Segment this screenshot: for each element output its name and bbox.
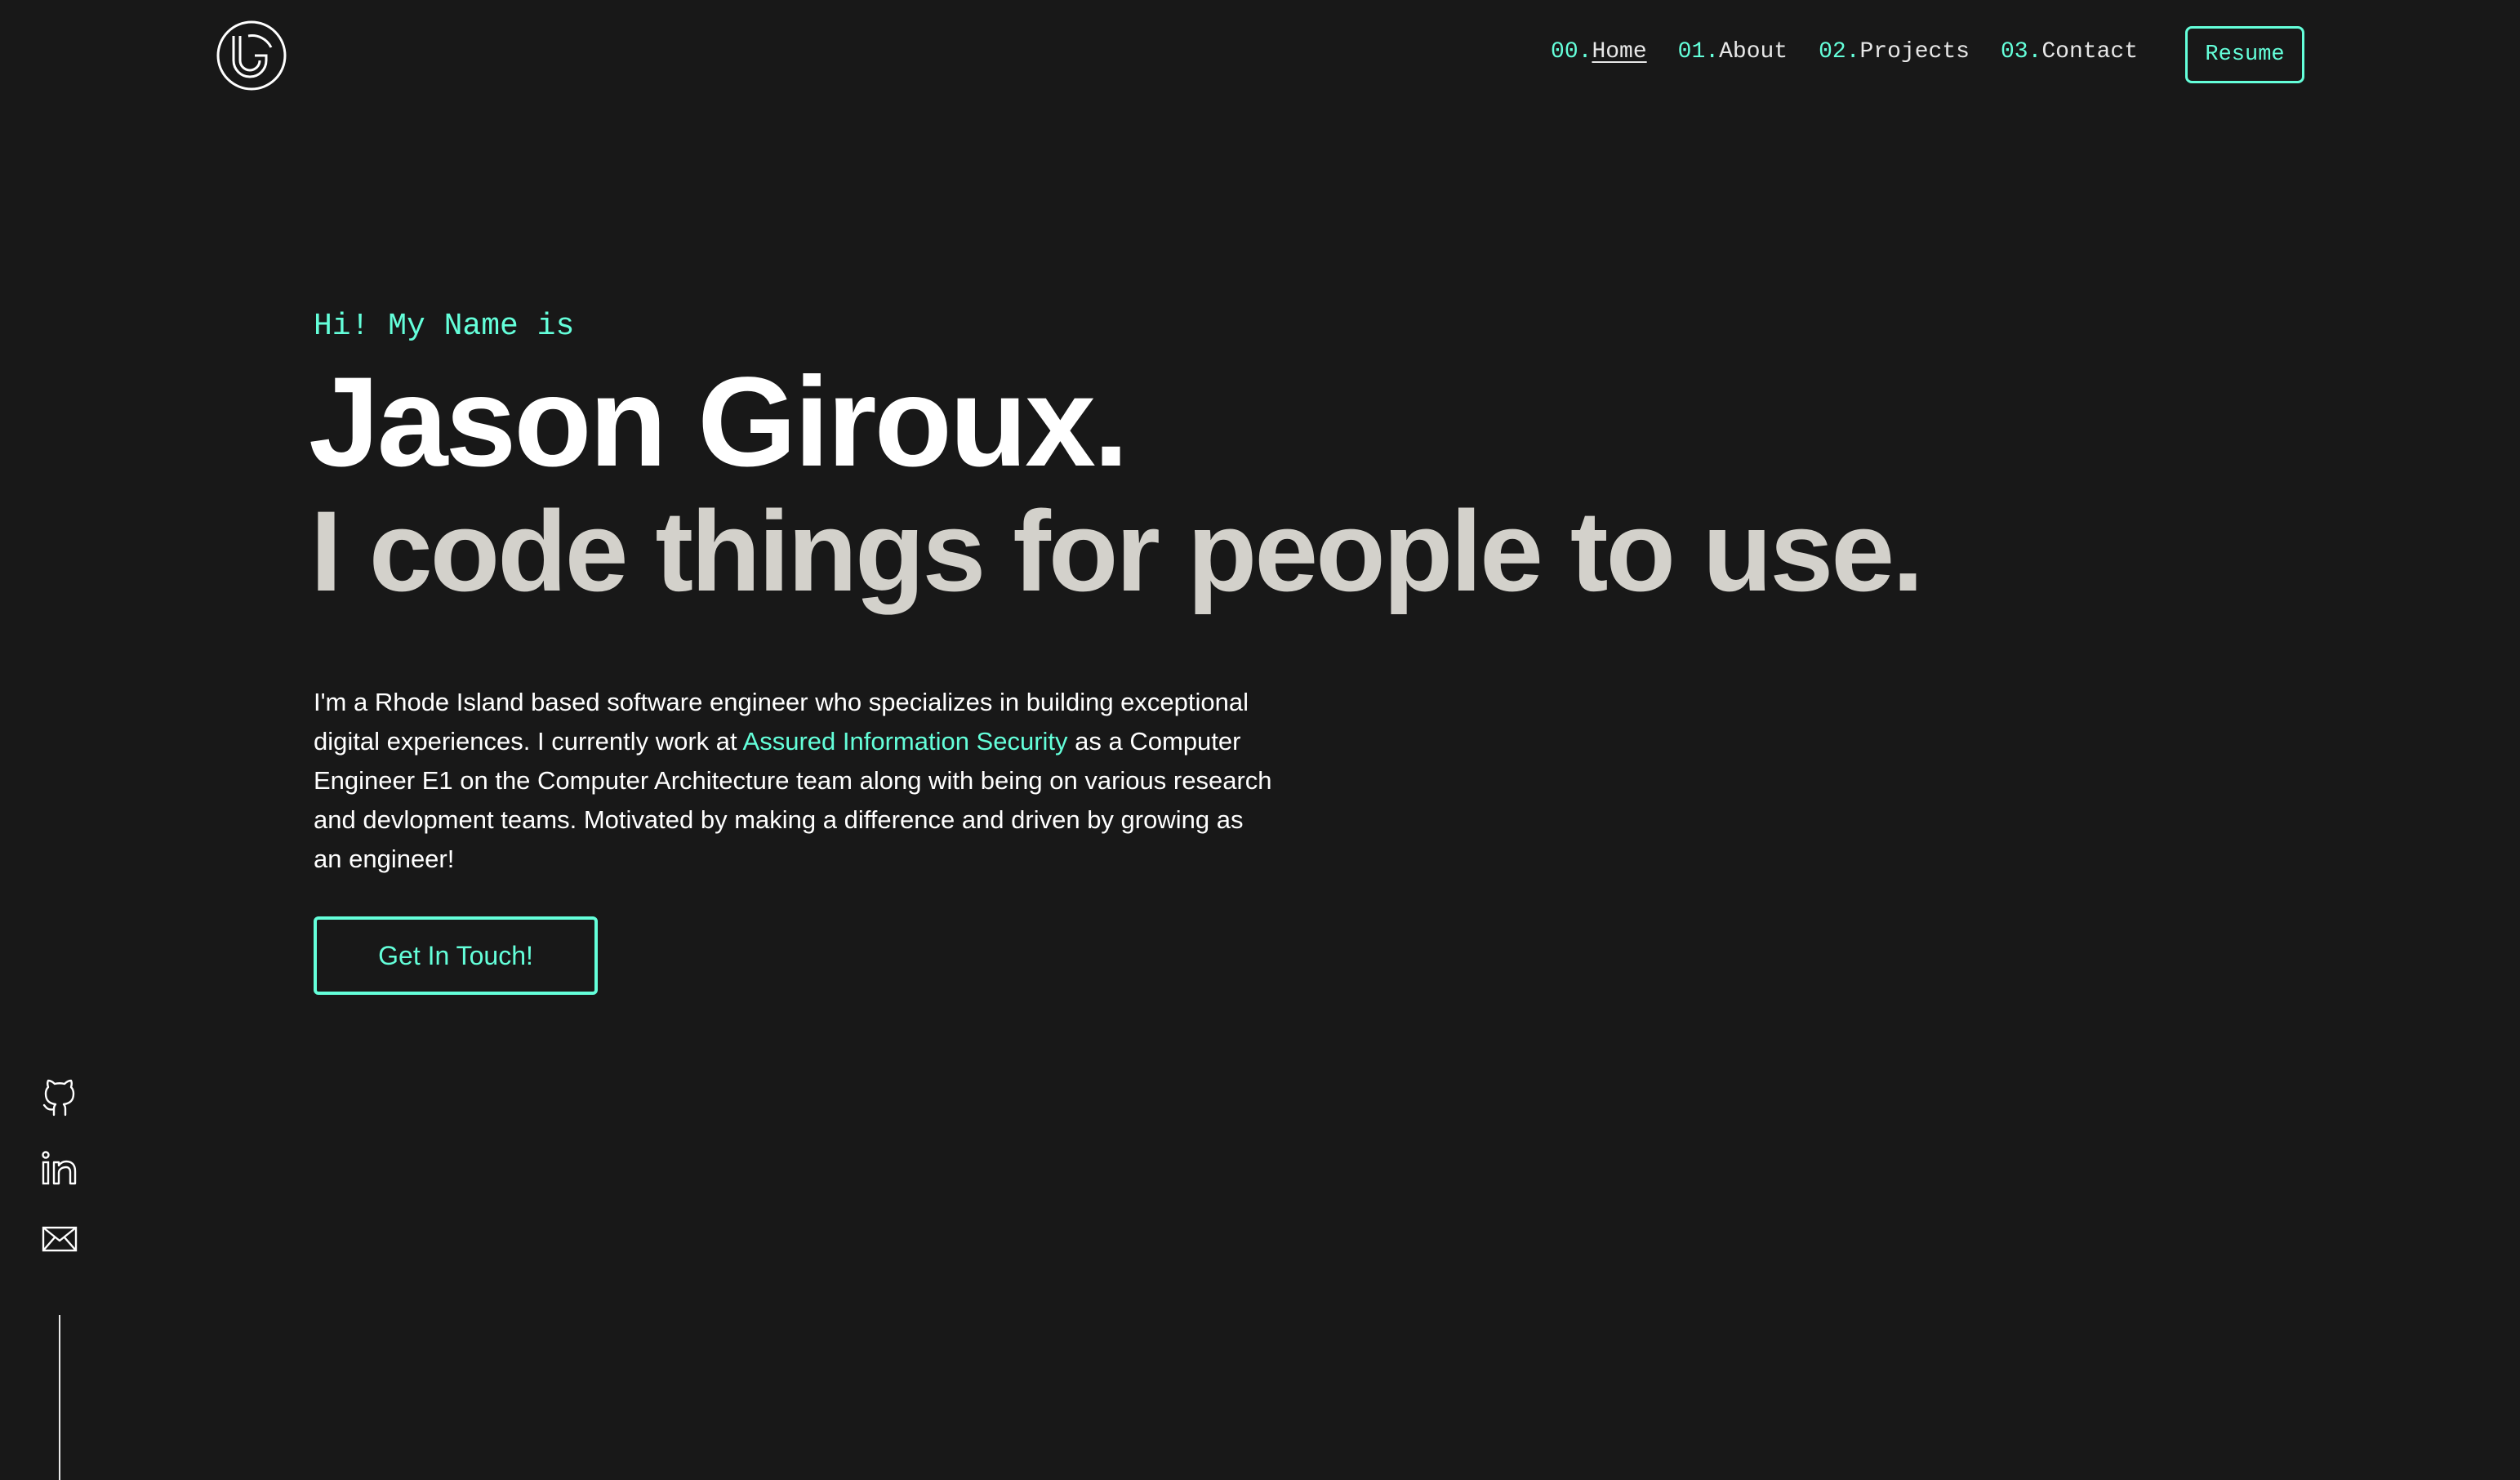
hero-bio: I'm a Rhode Island based software engine… [314, 683, 1277, 879]
github-icon [42, 1079, 75, 1117]
hero-name: Jason Giroux. [309, 351, 1129, 493]
social-divider-line [59, 1315, 60, 1480]
nav-label: About [1719, 39, 1788, 65]
get-in-touch-button[interactable]: Get In Touch! [314, 916, 598, 995]
nav-item-home[interactable]: 00.Home [1551, 39, 1647, 65]
page: 00.Home 01.About 02.Projects 03.Contact … [0, 0, 2520, 1480]
mail-link[interactable] [39, 1219, 80, 1259]
nav-item-contact[interactable]: 03.Contact [2001, 39, 2138, 65]
hero-tagline: I code things for people to use. [310, 487, 1924, 615]
jg-monogram-icon[interactable] [216, 20, 287, 91]
nav-label: Contact [2041, 39, 2138, 65]
nav-number: 02. [1819, 39, 1860, 65]
mail-icon [42, 1226, 78, 1252]
nav-item-about[interactable]: 01.About [1678, 39, 1788, 65]
nav-number: 00. [1551, 39, 1592, 65]
linkedin-icon [42, 1151, 77, 1185]
github-link[interactable] [39, 1078, 80, 1119]
nav-number: 01. [1677, 39, 1720, 65]
linkedin-link[interactable] [39, 1148, 80, 1189]
resume-button[interactable]: Resume [2185, 26, 2304, 83]
main-nav: 00.Home 01.About 02.Projects 03.Contact [1551, 39, 2138, 65]
nav-label: Home [1592, 39, 1647, 65]
social-links [39, 1078, 80, 1259]
nav-item-projects[interactable]: 02.Projects [1819, 39, 1970, 65]
nav-label: Projects [1859, 39, 1970, 65]
greeting-text: Hi! My Name is [314, 309, 575, 344]
employer-link[interactable]: Assured Information Security [743, 727, 1068, 756]
nav-number: 03. [2000, 39, 2042, 65]
